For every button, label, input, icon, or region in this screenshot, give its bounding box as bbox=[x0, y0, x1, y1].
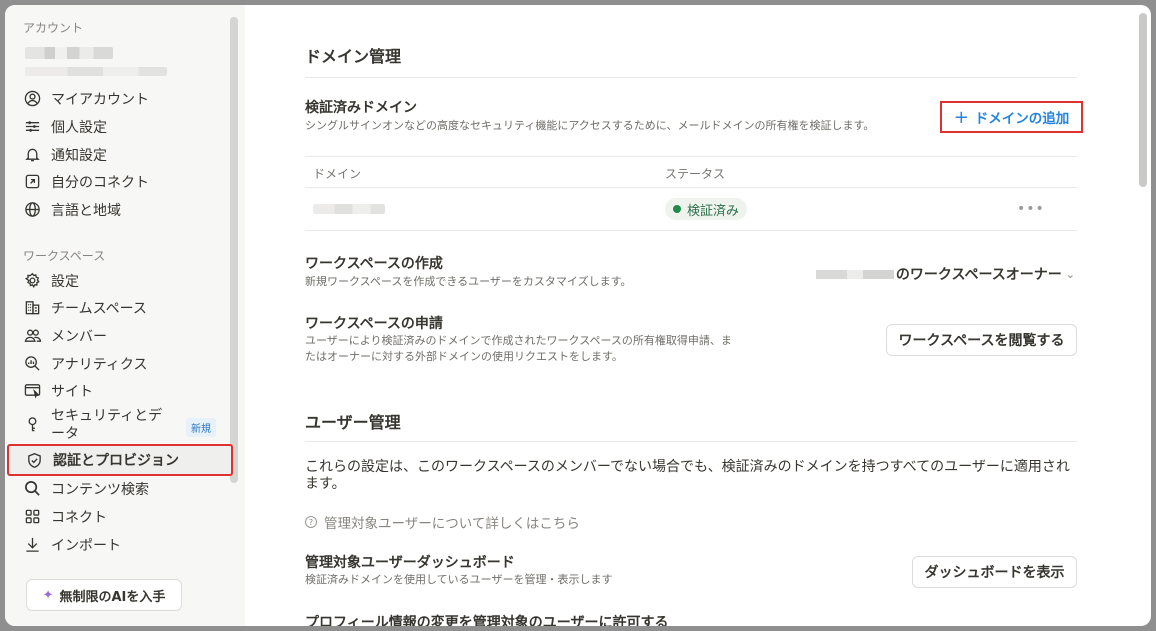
column-header-domain: ドメイン bbox=[313, 167, 362, 181]
sidebar-item-my-connections[interactable]: 自分のコネクト bbox=[9, 168, 230, 195]
sidebar-item-label: 通知設定 bbox=[51, 147, 107, 164]
workspace-name-redacted bbox=[815, 269, 894, 279]
status-label: 検証済み bbox=[687, 203, 740, 219]
sidebar-item-label: インポート bbox=[51, 537, 121, 554]
sidebar-item-label: 言語と地域 bbox=[51, 202, 121, 219]
sidebar-item-label: セキュリティとデータ bbox=[51, 408, 163, 442]
account-email-redacted bbox=[25, 67, 167, 76]
key-icon bbox=[23, 415, 41, 433]
divider bbox=[305, 77, 1077, 78]
gear-icon bbox=[23, 272, 41, 290]
sidebar-item-my-account[interactable]: マイアカウント bbox=[9, 85, 230, 112]
shield-check-icon bbox=[25, 451, 43, 469]
sidebar-item-members[interactable]: メンバー bbox=[9, 322, 230, 349]
table-row-border bbox=[305, 230, 1077, 231]
question-circle-icon: ? bbox=[305, 516, 317, 528]
account-name-redacted bbox=[25, 47, 113, 59]
chevron-down-icon: ⌄ bbox=[1065, 267, 1075, 281]
status-dot bbox=[673, 205, 681, 213]
upgrade-label: 無制限のAIを入手 bbox=[59, 589, 166, 605]
column-header-status: ステータス bbox=[665, 167, 726, 181]
sidebar-scrollbar[interactable] bbox=[230, 17, 238, 483]
managed-users-dashboard-desc: 検証済みドメインを使用しているユーザーを管理・表示します bbox=[305, 573, 613, 586]
sidebar-item-label: サイト bbox=[51, 383, 93, 400]
browse-workspaces-button[interactable]: ワークスペースを閲覧する bbox=[886, 324, 1077, 356]
sliders-icon bbox=[23, 118, 41, 136]
plus-icon: + bbox=[953, 106, 969, 128]
sidebar-item-import[interactable]: インポート bbox=[9, 531, 230, 558]
sidebar-item-content-search[interactable]: コンテンツ検索 bbox=[9, 475, 230, 502]
sidebar-item-label: メンバー bbox=[51, 328, 107, 345]
table-header-border bbox=[305, 187, 1077, 188]
sidebar-item-auth-provisioning[interactable]: 認証とプロビジョン bbox=[7, 444, 233, 476]
sidebar-item-label: 認証とプロビジョン bbox=[53, 453, 179, 469]
grid-icon bbox=[23, 508, 41, 526]
sidebar-item-label: コンテンツ検索 bbox=[51, 481, 149, 498]
select-value: のワークスペースオーナー bbox=[895, 267, 1062, 283]
domain-management-heading: ドメイン管理 bbox=[305, 47, 402, 66]
add-domain-button[interactable]: + ドメインの追加 bbox=[940, 101, 1083, 133]
bell-icon bbox=[23, 146, 41, 164]
divider bbox=[305, 441, 1077, 442]
sidebar-item-security-data[interactable]: セキュリティとデータ 新規 bbox=[9, 405, 230, 447]
verified-domains-desc: シングルサインオンなどの高度なセキュリティ機能にアクセスするために、メールドメイ… bbox=[305, 119, 875, 132]
settings-sidebar: アカウント マイアカウント 個人設定 通知設定 自分のコネクト 言語と地域 ワー… bbox=[5, 5, 245, 626]
search-icon bbox=[23, 480, 41, 498]
managed-users-help-link[interactable]: ? 管理対象ユーザーについて詳しくはこちら bbox=[305, 512, 580, 532]
status-badge: 検証済み bbox=[665, 198, 748, 220]
show-dashboard-button[interactable]: ダッシュボードを表示 bbox=[912, 556, 1077, 588]
profile-change-permission-title: プロフィール情報の変更を管理対象のユーザーに許可する bbox=[305, 615, 669, 626]
sidebar-item-connections[interactable]: コネクト bbox=[9, 503, 230, 530]
sidebar-item-settings[interactable]: 設定 bbox=[9, 267, 230, 294]
settings-window: アカウント マイアカウント 個人設定 通知設定 自分のコネクト 言語と地域 ワー… bbox=[5, 5, 1151, 626]
domain-name-redacted bbox=[313, 204, 385, 214]
add-domain-label: ドメインの追加 bbox=[974, 111, 1070, 127]
magnify-chart-icon bbox=[23, 355, 41, 373]
user-circle-icon bbox=[23, 90, 41, 108]
sidebar-item-label: 設定 bbox=[51, 273, 79, 290]
sidebar-item-label: 個人設定 bbox=[51, 119, 107, 136]
download-icon bbox=[23, 536, 41, 554]
workspace-creation-desc: 新規ワークスペースを作成できるユーザーをカスタマイズします。 bbox=[305, 275, 632, 288]
table-top-border bbox=[305, 156, 1077, 157]
sidebar-item-language-region[interactable]: 言語と地域 bbox=[9, 196, 230, 223]
sidebar-item-label: コネクト bbox=[51, 509, 107, 526]
globe-icon bbox=[23, 201, 41, 219]
help-link-label: 管理対象ユーザーについて詳しくはこちら bbox=[324, 516, 580, 532]
get-unlimited-ai-button[interactable]: ✦ 無制限のAIを入手 bbox=[26, 579, 182, 611]
workspace-section-label: ワークスペース bbox=[23, 249, 106, 263]
user-management-para-line1: これらの設定は、このワークスペースのメンバーでない場合でも、検証済みのドメインを… bbox=[305, 459, 1070, 475]
sidebar-item-teamspaces[interactable]: チームスペース bbox=[9, 294, 230, 321]
account-section-label: アカウント bbox=[23, 21, 84, 35]
browser-icon bbox=[23, 382, 41, 400]
sidebar-item-label: 自分のコネクト bbox=[51, 174, 149, 191]
workspace-request-desc-line1: ユーザーにより検証済みのドメインで作成されたワークスペースの所有権取得申請、ま bbox=[305, 334, 732, 347]
sidebar-item-label: チームスペース bbox=[51, 300, 147, 317]
workspace-request-title: ワークスペースの申請 bbox=[305, 316, 443, 332]
more-options-icon[interactable]: ••• bbox=[1017, 201, 1045, 217]
sidebar-item-preferences[interactable]: 個人設定 bbox=[9, 113, 230, 140]
sidebar-item-label: アナリティクス bbox=[51, 356, 148, 373]
verified-domains-title: 検証済みドメイン bbox=[305, 100, 417, 116]
sidebar-item-notifications[interactable]: 通知設定 bbox=[9, 141, 230, 168]
workspace-request-desc-line2: たはオーナーに対する外部ドメインの使用リクエストをします。 bbox=[305, 350, 623, 363]
sidebar-item-label: マイアカウント bbox=[51, 91, 149, 108]
sidebar-item-sites[interactable]: サイト bbox=[9, 377, 230, 404]
building-icon bbox=[23, 299, 41, 317]
arrow-up-right-box-icon bbox=[23, 173, 41, 191]
workspace-creation-title: ワークスペースの作成 bbox=[305, 256, 443, 272]
new-badge: 新規 bbox=[186, 418, 216, 437]
user-management-para-line2: ます。 bbox=[305, 476, 346, 492]
people-icon bbox=[23, 327, 41, 345]
settings-main-panel: ドメイン管理 検証済みドメイン シングルサインオンなどの高度なセキュリティ機能に… bbox=[245, 5, 1151, 626]
sparkle-icon: ✦ bbox=[42, 587, 54, 603]
main-scrollbar[interactable] bbox=[1139, 13, 1147, 187]
managed-users-dashboard-title: 管理対象ユーザーダッシュボード bbox=[305, 555, 515, 571]
sidebar-item-analytics[interactable]: アナリティクス bbox=[9, 350, 230, 377]
user-management-heading: ユーザー管理 bbox=[305, 413, 401, 432]
workspace-creation-select[interactable]: のワークスペースオーナー ⌄ bbox=[815, 263, 1075, 285]
